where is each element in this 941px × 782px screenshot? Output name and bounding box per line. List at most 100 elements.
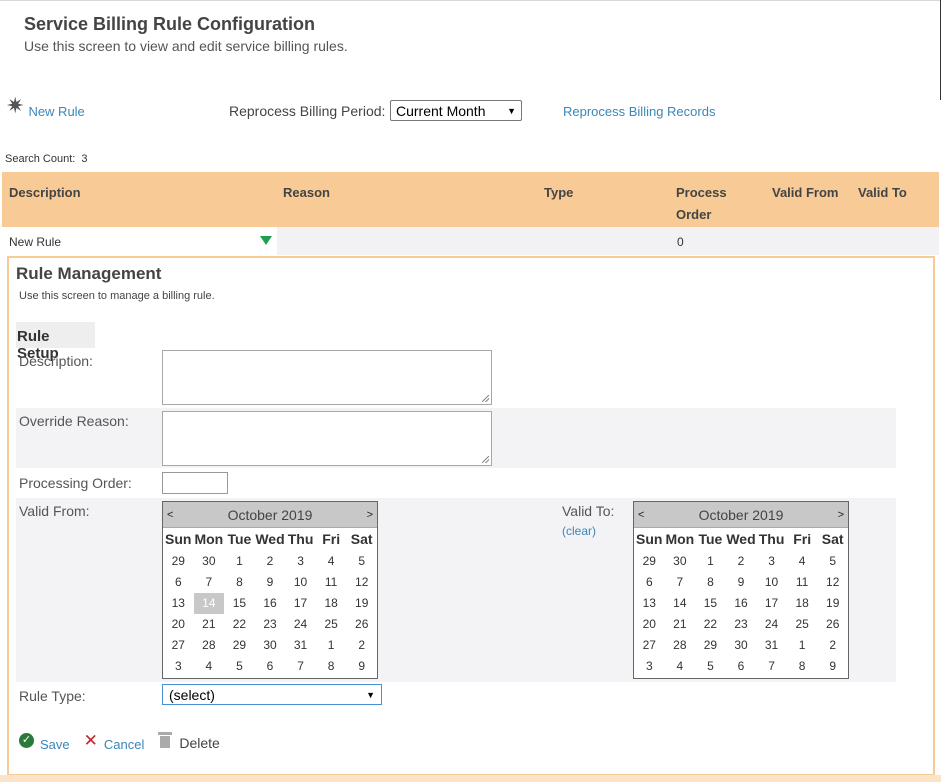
new-rule-link[interactable]: New Rule <box>28 104 84 119</box>
calendar-day[interactable]: 30 <box>726 635 757 656</box>
check-circle-icon[interactable]: ✓ <box>19 732 34 748</box>
column-header-reason[interactable]: Reason <box>283 182 330 204</box>
calendar-day[interactable]: 1 <box>224 551 255 572</box>
processing-order-input[interactable] <box>162 472 228 494</box>
calendar-day[interactable]: 7 <box>285 656 316 677</box>
calendar-day[interactable]: 18 <box>787 593 818 614</box>
save-label[interactable]: Save <box>40 737 70 752</box>
calendar-day[interactable]: 14 <box>665 593 696 614</box>
reprocess-billing-records-link[interactable]: Reprocess Billing Records <box>563 104 715 119</box>
calendar-day[interactable]: 6 <box>255 656 286 677</box>
calendar-day[interactable]: 28 <box>665 635 696 656</box>
calendar-day[interactable]: 19 <box>346 593 377 614</box>
calendar-day[interactable]: 4 <box>316 551 347 572</box>
calendar-day[interactable]: 11 <box>316 572 347 593</box>
calendar-day[interactable]: 22 <box>224 614 255 635</box>
calendar-day[interactable]: 29 <box>163 551 194 572</box>
calendar-day[interactable]: 10 <box>756 572 787 593</box>
calendar-day[interactable]: 20 <box>163 614 194 635</box>
cancel-label[interactable]: Cancel <box>104 737 144 752</box>
clear-valid-to-link[interactable]: (clear) <box>562 524 596 538</box>
calendar-day[interactable]: 23 <box>255 614 286 635</box>
calendar-day[interactable]: 4 <box>665 656 696 677</box>
calendar-day[interactable]: 21 <box>665 614 696 635</box>
calendar-day[interactable]: 4 <box>194 656 225 677</box>
override-reason-textarea[interactable] <box>162 411 492 466</box>
column-header-valid-from[interactable]: Valid From <box>772 182 838 204</box>
calendar-day[interactable]: 24 <box>756 614 787 635</box>
delete-button[interactable]: Delete <box>158 732 220 751</box>
calendar-day[interactable]: 28 <box>194 635 225 656</box>
calendar-day[interactable]: 5 <box>346 551 377 572</box>
calendar-day[interactable]: 29 <box>634 551 665 572</box>
calendar-day[interactable]: 9 <box>346 656 377 677</box>
calendar-day[interactable]: 6 <box>163 572 194 593</box>
delete-label[interactable]: Delete <box>179 735 219 751</box>
save-button[interactable]: ✓ Save <box>19 732 70 752</box>
calendar-day[interactable]: 12 <box>817 572 848 593</box>
column-header-process-order[interactable]: Process Order <box>676 182 736 226</box>
calendar-day[interactable]: 13 <box>163 593 194 614</box>
calendar-day[interactable]: 15 <box>224 593 255 614</box>
calendar-day[interactable]: 21 <box>194 614 225 635</box>
calendar-day[interactable]: 7 <box>665 572 696 593</box>
next-month-button[interactable]: > <box>367 509 373 521</box>
calendar-day[interactable]: 10 <box>285 572 316 593</box>
next-month-button[interactable]: > <box>838 509 844 521</box>
calendar-day[interactable]: 8 <box>316 656 347 677</box>
calendar-day[interactable]: 11 <box>787 572 818 593</box>
calendar-day[interactable]: 14 <box>193 593 225 614</box>
cancel-button[interactable]: ✕ Cancel <box>84 732 145 752</box>
calendar-day[interactable]: 8 <box>787 656 818 677</box>
calendar-day[interactable]: 25 <box>787 614 818 635</box>
calendar-day[interactable]: 1 <box>316 635 347 656</box>
calendar-day[interactable]: 25 <box>316 614 347 635</box>
calendar-day[interactable]: 15 <box>695 593 726 614</box>
calendar-day[interactable]: 17 <box>756 593 787 614</box>
calendar-day[interactable]: 13 <box>634 593 665 614</box>
calendar-day[interactable]: 8 <box>695 572 726 593</box>
calendar-day[interactable]: 19 <box>817 593 848 614</box>
billing-period-select[interactable]: Current Month ▼ <box>390 100 522 121</box>
calendar-day[interactable]: 7 <box>194 572 225 593</box>
expand-arrow-icon[interactable] <box>260 236 272 245</box>
trash-icon[interactable] <box>158 732 173 748</box>
calendar-day[interactable]: 16 <box>726 593 757 614</box>
calendar-day[interactable]: 31 <box>756 635 787 656</box>
calendar-day[interactable]: 8 <box>224 572 255 593</box>
calendar-day[interactable]: 26 <box>346 614 377 635</box>
calendar-day[interactable]: 20 <box>634 614 665 635</box>
calendar-day[interactable]: 4 <box>787 551 818 572</box>
calendar-day[interactable]: 5 <box>817 551 848 572</box>
calendar-day[interactable]: 2 <box>255 551 286 572</box>
calendar-day[interactable]: 3 <box>634 656 665 677</box>
calendar-day[interactable]: 17 <box>285 593 316 614</box>
calendar-day[interactable]: 9 <box>255 572 286 593</box>
calendar-day[interactable]: 9 <box>726 572 757 593</box>
calendar-day[interactable]: 30 <box>194 551 225 572</box>
calendar-day[interactable]: 23 <box>726 614 757 635</box>
calendar-day[interactable]: 30 <box>665 551 696 572</box>
calendar-day[interactable]: 2 <box>817 635 848 656</box>
calendar-day[interactable]: 5 <box>224 656 255 677</box>
calendar-day[interactable]: 9 <box>817 656 848 677</box>
calendar-day[interactable]: 16 <box>255 593 286 614</box>
calendar-day[interactable]: 1 <box>695 551 726 572</box>
calendar-day[interactable]: 7 <box>756 656 787 677</box>
calendar-day[interactable]: 3 <box>756 551 787 572</box>
column-header-valid-to[interactable]: Valid To <box>858 182 907 204</box>
rule-type-select[interactable]: (select) ▼ <box>162 684 382 705</box>
calendar-day[interactable]: 31 <box>285 635 316 656</box>
calendar-day[interactable]: 22 <box>695 614 726 635</box>
calendar-day[interactable]: 27 <box>634 635 665 656</box>
description-textarea[interactable] <box>162 350 492 405</box>
calendar-day[interactable]: 3 <box>285 551 316 572</box>
calendar-day[interactable]: 24 <box>285 614 316 635</box>
new-rule-action[interactable]: ✷ New Rule <box>6 95 85 120</box>
x-icon[interactable]: ✕ <box>84 732 98 749</box>
calendar-day[interactable]: 12 <box>346 572 377 593</box>
table-row[interactable]: New Rule 0 <box>2 227 939 255</box>
calendar-day[interactable]: 18 <box>316 593 347 614</box>
calendar-day[interactable]: 2 <box>726 551 757 572</box>
calendar-day[interactable]: 3 <box>163 656 194 677</box>
